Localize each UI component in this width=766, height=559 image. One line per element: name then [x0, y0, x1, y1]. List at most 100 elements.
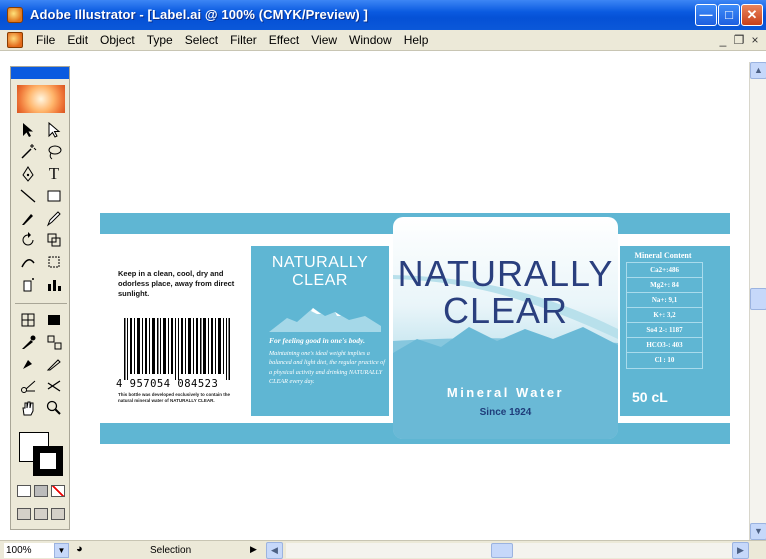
chevron-right-icon: ▶ [737, 545, 744, 555]
minimize-icon: — [699, 7, 713, 22]
horizontal-scroll-thumb[interactable] [491, 543, 513, 558]
label-main-panel[interactable]: NATURALLY CLEAR Mineral Water Since 1924 [393, 217, 618, 439]
menu-filter[interactable]: Filter [224, 30, 263, 51]
scroll-right-button[interactable]: ▶ [732, 542, 749, 559]
mineral-row: Ca2+:486 [627, 263, 702, 278]
menu-select[interactable]: Select [179, 30, 224, 51]
eyedropper-tool-icon[interactable] [15, 331, 41, 353]
menu-edit[interactable]: Edit [61, 30, 94, 51]
full-screen-menu-mode-button[interactable] [34, 508, 48, 520]
brand-title: NATURALLY CLEAR [393, 255, 618, 329]
column-graph-tool-icon[interactable] [41, 273, 67, 295]
horizontal-scrollbar[interactable] [286, 543, 738, 558]
illustrator-flower-logo[interactable] [17, 85, 65, 113]
since-year: Since 1924 [479, 407, 532, 418]
scissors-tool-icon[interactable] [15, 375, 41, 397]
none-button[interactable] [51, 485, 65, 497]
window-title: Adobe Illustrator - [Label.ai @ 100% (CM… [30, 7, 368, 22]
close-button[interactable]: ✕ [741, 4, 763, 26]
menu-view[interactable]: View [305, 30, 343, 51]
close-icon: ✕ [746, 7, 758, 22]
small-brand-title: NATURALLY CLEAR [251, 254, 389, 290]
pencil-tool-icon[interactable] [41, 207, 67, 229]
chevron-down-icon: ▼ [57, 546, 66, 555]
brand-line2: CLEAR [442, 290, 569, 331]
title-bar: Adobe Illustrator - [Label.ai @ 100% (CM… [0, 0, 766, 30]
menu-help[interactable]: Help [398, 30, 435, 51]
tool-grid: T [15, 119, 67, 295]
maximize-button[interactable]: □ [718, 4, 740, 26]
toolbox-grip[interactable] [11, 67, 69, 79]
paintbrush-tool-icon[interactable] [15, 207, 41, 229]
zoom-dropdown-button[interactable]: ▼ [54, 543, 69, 558]
type-tool-icon[interactable]: T [41, 163, 67, 185]
selection-tool-icon[interactable] [15, 119, 41, 141]
rotate-tool-icon[interactable] [15, 229, 41, 251]
barcode[interactable] [124, 318, 230, 380]
document-icon[interactable] [7, 32, 23, 48]
toolbox-divider [15, 303, 67, 304]
mineral-table: Ca2+:486 Mg2+: 84 Na+: 9,1 K+: 3,2 So4 2… [626, 262, 703, 369]
scroll-left-button[interactable]: ◀ [266, 542, 283, 559]
doc-minimize-button[interactable]: _ [716, 33, 730, 47]
illustrator-app-icon[interactable] [7, 7, 23, 23]
menu-effect[interactable]: Effect [263, 30, 305, 51]
rectangle-tool-icon[interactable] [41, 185, 67, 207]
scale-tool-icon[interactable] [41, 229, 67, 251]
mountain-graphic [269, 308, 381, 332]
direct-selection-tool-icon[interactable] [41, 119, 67, 141]
symbol-sprayer-tool-icon[interactable] [15, 273, 41, 295]
color-button[interactable] [17, 485, 31, 497]
current-tool-status: Selection [150, 545, 192, 556]
doc-restore-button[interactable]: ❐ [732, 33, 746, 47]
vertical-scroll-thumb[interactable] [750, 288, 766, 310]
bottle-note[interactable]: This bottle was developed exclusively to… [118, 392, 242, 403]
zoom-tool-icon[interactable] [41, 397, 67, 419]
zoom-level-field[interactable]: 100% [4, 543, 54, 558]
gradient-button[interactable] [34, 485, 48, 497]
free-transform-tool-icon[interactable] [41, 251, 67, 273]
fill-stroke-selector[interactable] [19, 432, 65, 476]
magic-wand-tool-icon[interactable] [15, 141, 41, 163]
gradient-tool-icon[interactable] [41, 309, 67, 331]
small-brand-line1: NATURALLY [271, 254, 369, 271]
scissors-knife-tool-icon[interactable] [41, 375, 67, 397]
minimize-button[interactable]: — [695, 4, 717, 26]
small-brand-line2: CLEAR [292, 272, 348, 289]
lasso-tool-icon[interactable] [41, 141, 67, 163]
mineral-content-title: Mineral Content [634, 251, 692, 260]
body-copy: Maintaining one's ideal weight implies a… [269, 350, 385, 385]
screen-mode-row [17, 508, 65, 520]
mineral-content-panel[interactable]: Mineral Content Ca2+:486 Mg2+: 84 Na+: 9… [620, 246, 730, 416]
menu-window[interactable]: Window [343, 30, 398, 51]
mineral-row: Na+: 9,1 [627, 293, 702, 308]
color-mode-row [17, 485, 65, 497]
stroke-swatch[interactable] [33, 446, 63, 476]
menu-file[interactable]: File [30, 30, 61, 51]
blend-tool-icon[interactable] [41, 331, 67, 353]
mesh-tool-icon[interactable] [15, 309, 41, 331]
live-paint-tool-icon[interactable] [15, 353, 41, 375]
scroll-up-button[interactable]: ▲ [750, 62, 766, 79]
barcode-number[interactable]: 4 957054 084523 [116, 378, 240, 390]
line-tool-icon[interactable] [15, 185, 41, 207]
vertical-scrollbar[interactable]: ▲ ▼ [749, 62, 766, 540]
label-info-panel[interactable]: NATURALLY CLEAR For feeling good in one'… [251, 246, 389, 416]
brand-line1: NATURALLY [397, 253, 614, 294]
hand-tool-icon[interactable] [15, 397, 41, 419]
menu-type[interactable]: Type [141, 30, 179, 51]
pen-tool-icon[interactable] [15, 163, 41, 185]
doc-close-button[interactable]: × [748, 33, 762, 47]
volume-text: 50 cL [632, 389, 668, 405]
menu-object[interactable]: Object [94, 30, 141, 51]
warp-tool-icon[interactable] [15, 251, 41, 273]
scroll-down-button[interactable]: ▼ [750, 523, 766, 540]
status-menu-arrow-icon[interactable]: ▶ [250, 544, 257, 555]
full-screen-mode-button[interactable] [51, 508, 65, 520]
status-options-icon[interactable]: ◕ [76, 543, 83, 555]
slice-tool-icon[interactable] [41, 353, 67, 375]
standard-screen-mode-button[interactable] [17, 508, 31, 520]
chevron-up-icon: ▲ [754, 65, 763, 75]
storage-instructions[interactable]: Keep in a clean, cool, dry and odorless … [118, 269, 238, 299]
tool-grid-lower [15, 309, 67, 419]
